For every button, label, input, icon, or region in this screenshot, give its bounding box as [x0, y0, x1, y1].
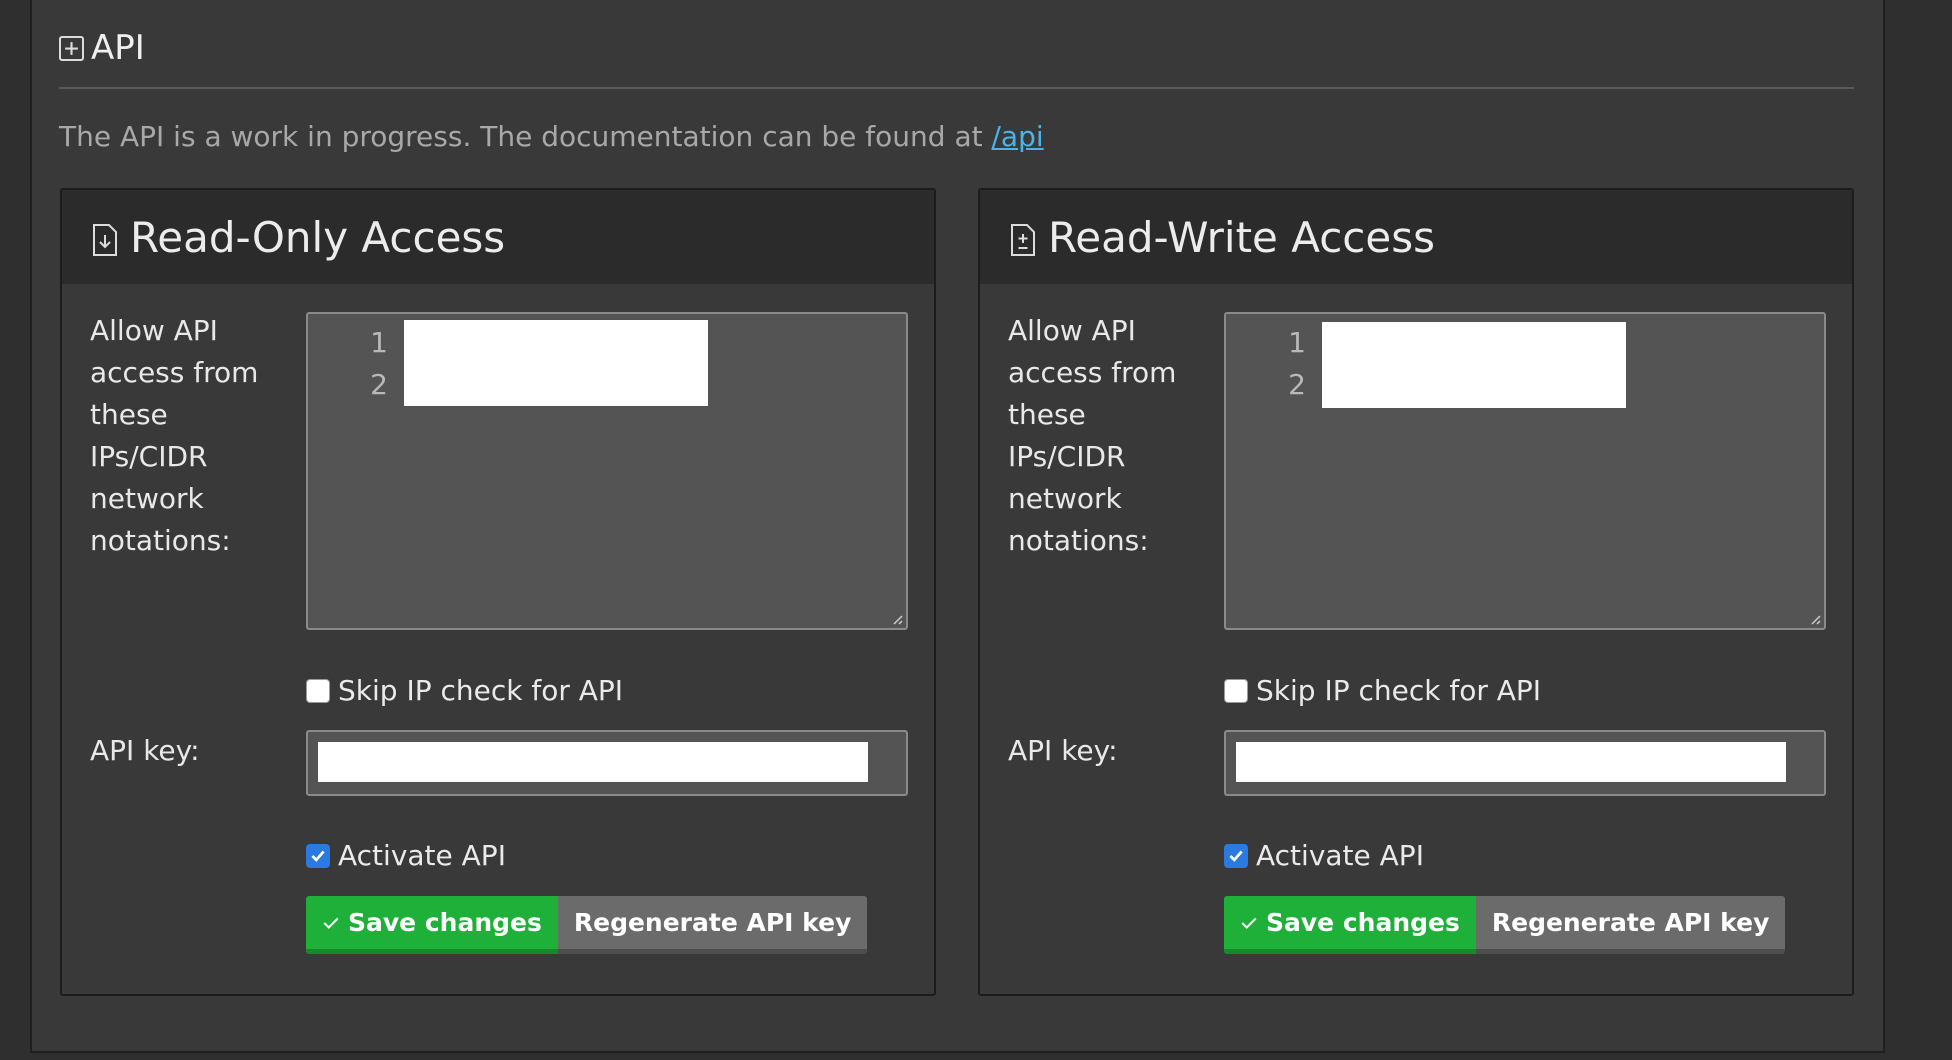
line-number: 2 — [1288, 368, 1306, 401]
ips-code-content[interactable] — [404, 320, 708, 406]
button-group: Save changes Regenerate API key — [306, 896, 868, 954]
read-only-title: Read-Only Access — [130, 212, 506, 262]
skip-ip-checkbox[interactable] — [306, 678, 330, 703]
read-write-panel: Read-Write Access Allow API access from … — [978, 188, 1854, 996]
regenerate-label: Regenerate API key — [1491, 908, 1770, 937]
check-icon — [323, 917, 339, 929]
info-text: The API is a work in progress. The docum… — [59, 120, 1044, 153]
api-key-label: API key: — [90, 734, 200, 767]
api-key-label: API key: — [1008, 734, 1118, 767]
api-docs-link[interactable]: /api — [992, 120, 1044, 153]
api-key-field[interactable] — [1224, 730, 1826, 796]
ips-editor[interactable]: 1 2 — [1224, 312, 1826, 630]
activate-api-checkbox[interactable] — [1224, 843, 1248, 868]
check-icon — [1241, 917, 1257, 929]
line-number: 2 — [370, 368, 388, 401]
ips-label: Allow API access from these IPs/CIDR net… — [90, 314, 259, 557]
save-changes-label: Save changes — [1266, 908, 1460, 937]
button-group: Save changes Regenerate API key — [1224, 896, 1786, 954]
line-numbers: 1 2 — [1226, 322, 1306, 406]
activate-api-label: Activate API — [338, 839, 506, 872]
api-key-value[interactable] — [1236, 742, 1786, 782]
activate-api-checkbox[interactable] — [306, 843, 330, 868]
api-key-field[interactable] — [306, 730, 908, 796]
resize-grip-icon[interactable] — [1807, 611, 1821, 625]
read-write-panel-header: Read-Write Access — [980, 190, 1852, 284]
info-text-body: The API is a work in progress. The docum… — [59, 120, 992, 153]
ips-editor[interactable]: 1 2 — [306, 312, 908, 630]
read-only-panel-header: Read-Only Access — [62, 190, 934, 284]
activate-api-row[interactable]: Activate API — [1224, 839, 1424, 872]
skip-ip-check-row[interactable]: Skip IP check for API — [1224, 674, 1541, 707]
line-number: 1 — [1288, 326, 1306, 359]
ips-code-content[interactable] — [1322, 322, 1626, 408]
skip-ip-checkbox[interactable] — [1224, 678, 1248, 703]
skip-ip-label: Skip IP check for API — [338, 674, 624, 707]
skip-ip-label: Skip IP check for API — [1256, 674, 1542, 707]
save-changes-label: Save changes — [348, 908, 542, 937]
file-download-icon — [93, 224, 117, 256]
activate-api-label: Activate API — [1256, 839, 1424, 872]
regenerate-label: Regenerate API key — [573, 908, 852, 937]
line-numbers: 1 2 — [308, 322, 388, 406]
section-header[interactable]: API — [59, 28, 145, 68]
ips-label: Allow API access from these IPs/CIDR net… — [1008, 314, 1177, 557]
activate-api-row[interactable]: Activate API — [306, 839, 506, 872]
read-write-title: Read-Write Access — [1048, 212, 1436, 262]
resize-grip-icon[interactable] — [889, 611, 903, 625]
file-plus-minus-icon — [1011, 224, 1035, 256]
section-divider — [59, 87, 1854, 89]
plus-square-icon[interactable] — [59, 35, 84, 61]
line-number: 1 — [370, 326, 388, 359]
save-changes-button[interactable]: Save changes — [1224, 896, 1476, 954]
api-key-value[interactable] — [318, 742, 868, 782]
regenerate-api-key-button[interactable]: Regenerate API key — [557, 896, 868, 954]
read-only-panel: Read-Only Access Allow API access from t… — [60, 188, 936, 996]
regenerate-api-key-button[interactable]: Regenerate API key — [1475, 896, 1786, 954]
section-title: API — [91, 28, 145, 68]
skip-ip-check-row[interactable]: Skip IP check for API — [306, 674, 623, 707]
save-changes-button[interactable]: Save changes — [306, 896, 558, 954]
